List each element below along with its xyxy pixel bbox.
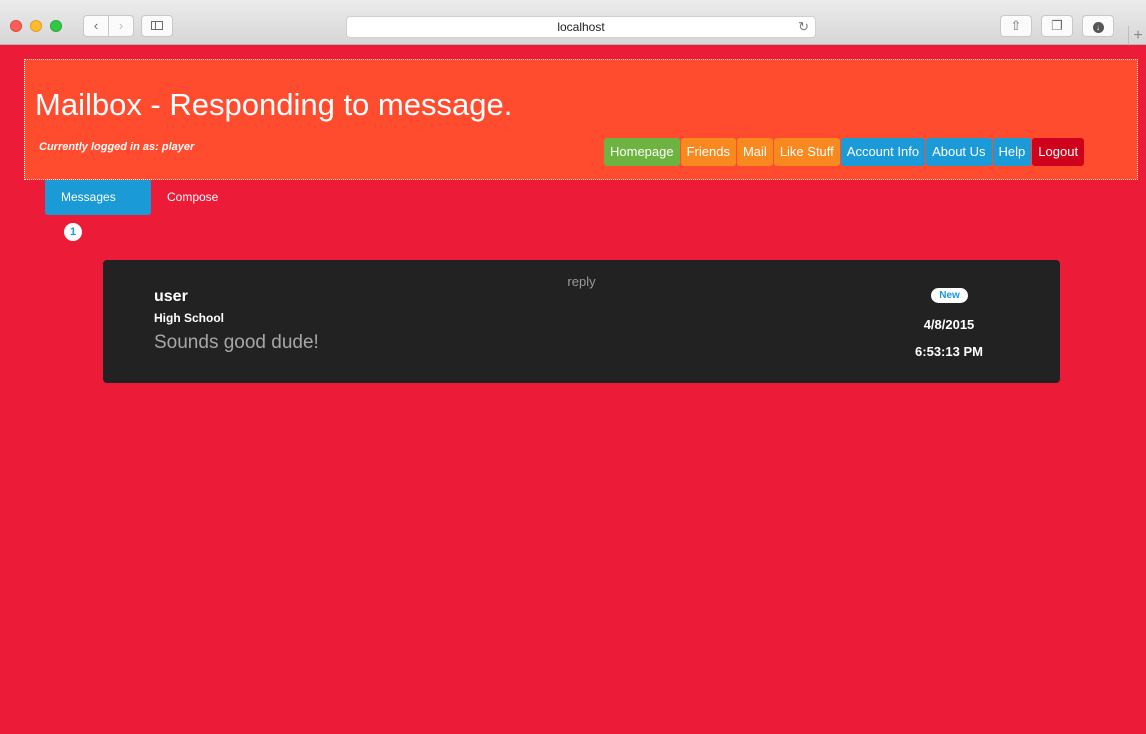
url-text: localhost: [557, 20, 605, 34]
nav-homepage[interactable]: Homepage: [604, 138, 680, 166]
share-button[interactable]: ⇧: [1000, 15, 1032, 37]
logged-in-status: Currently logged in as: player: [39, 141, 195, 153]
browser-toolbar: ‹ › localhost ↻ ⇧ ❐ ↓ +: [0, 0, 1146, 45]
downloads-button[interactable]: ↓: [1082, 15, 1114, 37]
minimize-window-button[interactable]: [30, 20, 42, 32]
nav-help[interactable]: Help: [992, 138, 1032, 166]
message-body: Sounds good dude!: [154, 332, 319, 353]
share-icon: ⇧: [1010, 18, 1022, 33]
fullscreen-window-button[interactable]: [50, 20, 62, 32]
mail-subnav: Messages 1 Compose: [45, 180, 234, 241]
message-card[interactable]: reply user High School Sounds good dude!…: [103, 260, 1060, 383]
new-status-badge: New: [931, 288, 968, 303]
message-time: 6:53:13 PM: [915, 344, 983, 359]
sidebar-toggle-button[interactable]: [141, 15, 173, 37]
tab-compose-label: Compose: [167, 190, 219, 204]
unread-count-badge: 1: [64, 223, 82, 241]
sidebar-icon: [151, 21, 163, 30]
sender-school: High School: [154, 311, 224, 325]
message-date: 4/8/2015: [923, 317, 975, 332]
tab-messages[interactable]: Messages 1: [45, 180, 151, 241]
tab-messages-label: Messages: [61, 190, 116, 204]
chevron-left-icon: ‹: [93, 18, 99, 33]
plus-icon: +: [1133, 27, 1143, 44]
back-button[interactable]: ‹: [83, 15, 109, 37]
nav-account-info[interactable]: Account Info: [840, 138, 926, 166]
show-tabs-button[interactable]: ❐: [1041, 15, 1073, 37]
reload-icon[interactable]: ↻: [798, 17, 809, 37]
nav-about-us[interactable]: About Us: [926, 138, 992, 166]
nav-mail[interactable]: Mail: [736, 138, 773, 166]
message-sender: user: [154, 288, 188, 305]
new-tab-button[interactable]: +: [1128, 26, 1146, 45]
chevron-right-icon: ›: [118, 18, 124, 33]
tab-compose[interactable]: Compose: [151, 180, 234, 215]
nav-like-stuff[interactable]: Like Stuff: [773, 138, 840, 166]
download-icon: ↓: [1092, 22, 1104, 33]
address-bar[interactable]: localhost ↻: [346, 16, 816, 38]
nav-friends[interactable]: Friends: [680, 138, 736, 166]
close-window-button[interactable]: [10, 20, 22, 32]
tabs-icon: ❐: [1051, 18, 1063, 33]
forward-button[interactable]: ›: [108, 15, 134, 37]
main-navigation: Homepage Friends Mail Like Stuff Account…: [604, 138, 1085, 166]
nav-logout[interactable]: Logout: [1032, 138, 1085, 166]
site-header: Mailbox - Responding to message. Current…: [24, 59, 1138, 180]
message-subject: reply: [567, 274, 596, 289]
page-title: Mailbox - Responding to message.: [35, 87, 513, 122]
